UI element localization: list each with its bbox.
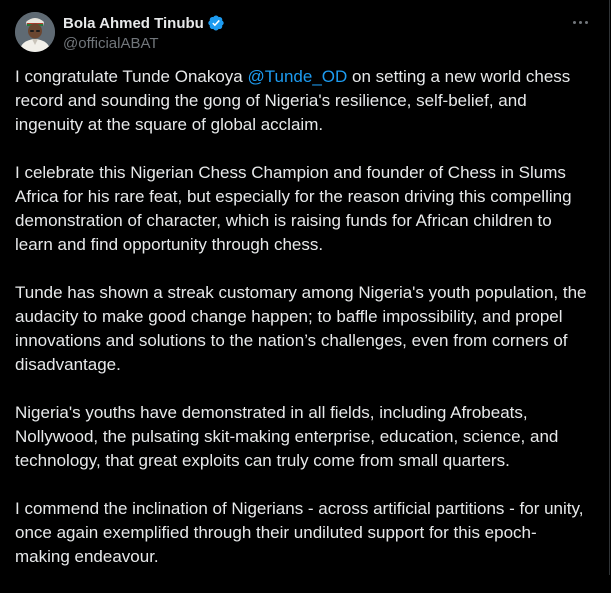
tweet-paragraph-3: Tunde has shown a streak customary among… <box>15 283 587 374</box>
more-options-icon[interactable] <box>568 12 592 32</box>
paragraph-1-start: I congratulate Tunde Onakoya <box>15 67 248 86</box>
tweet-paragraph-5: I commend the inclination of Nigerians -… <box>15 499 584 566</box>
avatar-image <box>15 12 55 52</box>
author-name[interactable]: Bola Ahmed Tinubu <box>63 15 204 32</box>
tweet-header: Bola Ahmed Tinubu @officialABAT <box>15 12 594 54</box>
tweet-paragraph-2: I celebrate this Nigerian Chess Champion… <box>15 163 572 254</box>
name-row: Bola Ahmed Tinubu <box>63 13 225 33</box>
avatar[interactable] <box>15 12 55 52</box>
mention-link[interactable]: @Tunde_OD <box>248 67 348 86</box>
author-info: Bola Ahmed Tinubu @officialABAT <box>63 13 225 52</box>
tweet-paragraph-1: I congratulate Tunde Onakoya @Tunde_OD o… <box>15 65 590 137</box>
tweet-text: I congratulate Tunde Onakoya @Tunde_OD o… <box>15 65 590 593</box>
author-handle[interactable]: @officialABAT <box>63 35 225 52</box>
tweet-card: Bola Ahmed Tinubu @officialABAT I congra… <box>0 0 610 575</box>
tweet-paragraph-4: Nigeria's youths have demonstrated in al… <box>15 403 559 470</box>
verified-badge-icon[interactable] <box>207 14 225 32</box>
